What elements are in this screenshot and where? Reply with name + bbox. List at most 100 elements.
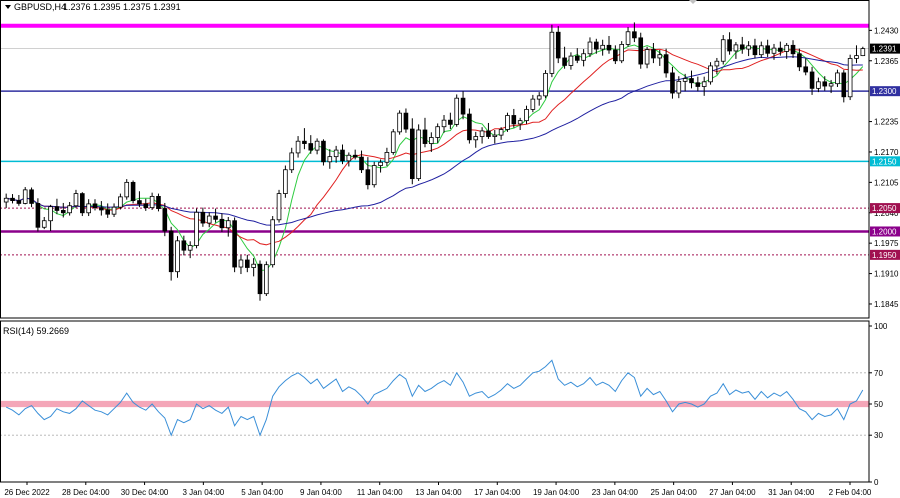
candle-body-bear <box>200 211 206 224</box>
candle-body-bull <box>847 58 853 98</box>
candle-body-bear <box>156 195 161 209</box>
candle-body-bear <box>359 156 364 171</box>
candle <box>264 261 269 297</box>
candle <box>390 129 396 155</box>
candle-body-bear <box>403 112 409 130</box>
candle-body-bull <box>479 130 485 137</box>
candle-body-bear <box>232 220 237 268</box>
candle-body-bull <box>758 45 764 56</box>
candle <box>505 112 510 132</box>
candle-body-bear <box>613 49 618 62</box>
candle <box>283 165 288 198</box>
candle-body-bear <box>92 203 98 209</box>
candle-body-bull <box>225 220 231 229</box>
time-tick-label: 3 Jan 04:00 <box>182 488 224 497</box>
time-tick-label: 17 Jan 04:00 <box>474 488 521 497</box>
level-tag-label: 1.1950 <box>872 251 897 260</box>
candle-body-bear <box>555 31 561 59</box>
candle-body-bull <box>657 54 663 59</box>
candle-body-bear <box>822 81 828 87</box>
candle-body-bull <box>733 44 739 52</box>
candle-body-bull <box>536 95 542 100</box>
candle-body-bull <box>701 81 707 87</box>
rsi-tick-label: 100 <box>874 322 888 331</box>
time-tick-label: 19 Jan 04:00 <box>533 488 580 497</box>
candle-body-bull <box>828 83 834 87</box>
candle-body-bear <box>448 119 453 125</box>
candle <box>270 216 275 268</box>
candle-body-bull <box>492 134 498 137</box>
price-tick-label: 1.2365 <box>874 57 899 66</box>
candle <box>80 192 85 217</box>
candle-body-bear <box>308 143 314 151</box>
time-tick-label: 31 Jan 04:00 <box>768 488 815 497</box>
candle-body-bull <box>194 211 199 246</box>
candle-body-bull <box>587 41 593 55</box>
candle-body-bear <box>809 71 815 89</box>
candle <box>276 189 282 223</box>
candle-body-bull <box>289 152 295 171</box>
candle-body-bear <box>574 55 580 61</box>
price-tick-label: 1.1910 <box>874 270 899 279</box>
candle-body-bear <box>695 82 701 87</box>
candle-body-bull <box>625 31 631 45</box>
candle <box>549 24 555 78</box>
candle-body-bear <box>803 66 809 73</box>
candle-body-bear <box>35 203 41 228</box>
candle-body-bull <box>3 197 9 203</box>
candle-body-bull <box>295 140 301 154</box>
rsi-band <box>0 400 869 408</box>
candle-body-bull <box>746 45 751 50</box>
candle <box>175 236 180 278</box>
candle-body-bull <box>314 140 320 151</box>
candle-body-bull <box>441 119 447 128</box>
candle <box>454 94 460 127</box>
price-tick-label: 1.2235 <box>874 118 899 127</box>
candle-body-bear <box>778 47 783 52</box>
candle <box>397 110 402 135</box>
rsi-tick-label: 0 <box>874 478 879 487</box>
candle-body-bull <box>111 206 117 215</box>
candle-body-bull <box>714 60 720 67</box>
candle-body-bull <box>835 72 840 85</box>
time-tick-label: 13 Jan 04:00 <box>415 488 462 497</box>
candle-body-bear <box>29 189 34 204</box>
candle-body-bear <box>168 230 174 273</box>
candle-body-bear <box>594 41 599 50</box>
time-tick-label: 28 Dec 04:00 <box>62 488 110 497</box>
level-tag-label: 1.2150 <box>872 157 897 166</box>
candle-body-bull <box>264 264 269 295</box>
candle-body-bear <box>162 208 168 232</box>
candle-body-bull <box>378 161 383 166</box>
candle-body-bear <box>302 140 307 144</box>
candle-body-bull <box>346 154 352 162</box>
candle-body-bear <box>467 113 472 141</box>
candle-body-bear <box>632 31 637 39</box>
candle-body-bull <box>251 263 256 268</box>
candle-body-bear <box>841 72 847 98</box>
candle <box>124 179 130 200</box>
candle-body-bear <box>670 72 675 94</box>
candle-body-bear <box>638 37 644 65</box>
candle-body-bull <box>73 193 79 207</box>
candle-body-bull <box>600 44 605 50</box>
candle-body-bear <box>137 200 142 205</box>
candle-body-bull <box>454 97 460 125</box>
candle-body-bull <box>283 169 288 194</box>
candle <box>638 32 644 69</box>
candle-body-bull <box>206 215 212 224</box>
candle-body-bear <box>460 97 466 115</box>
chart-header: GBPUSD,H4 1.2376 1.2395 1.2375 1.2391 <box>5 2 181 12</box>
candle-body-bull <box>435 126 440 138</box>
candle-body-bear <box>257 263 263 295</box>
candle-body-bull <box>676 80 682 94</box>
candle-body-bull <box>720 39 726 62</box>
chart-canvas: 1.24301.23651.22351.21701.21051.20401.19… <box>0 0 900 498</box>
time-tick-label: 23 Jan 04:00 <box>592 488 639 497</box>
symbol-label[interactable]: GBPUSD,H4 <box>14 2 66 12</box>
candle <box>847 54 853 101</box>
candle-body-bear <box>739 44 745 50</box>
candle-body-bear <box>663 54 669 74</box>
time-tick-label: 2 Feb 04:00 <box>829 488 872 497</box>
candle <box>720 35 726 65</box>
